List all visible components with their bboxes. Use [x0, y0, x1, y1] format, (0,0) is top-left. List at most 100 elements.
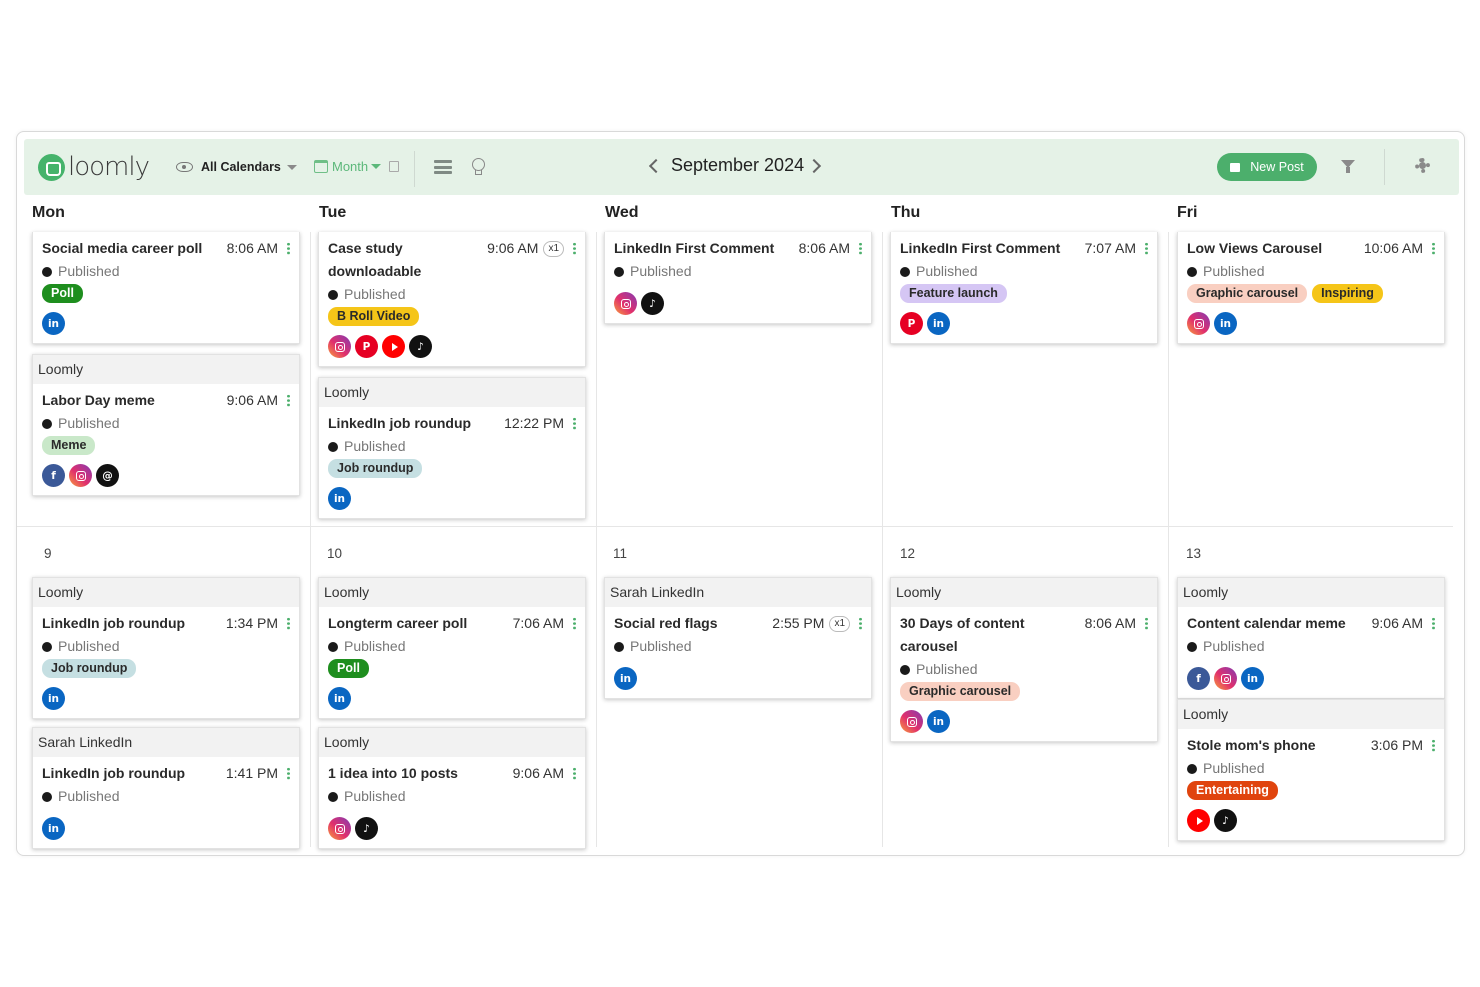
more-vertical-icon[interactable]: [1432, 617, 1435, 630]
post-card[interactable]: Loomly LinkedIn job roundup 12:22 PM Publis…: [318, 377, 586, 519]
list-view-icon[interactable]: [434, 160, 452, 174]
date-number[interactable]: 13: [1186, 546, 1201, 561]
post-time-group: 8:06 AM: [799, 237, 862, 260]
more-vertical-icon[interactable]: [287, 394, 290, 407]
post-card[interactable]: Low Views Carousel 10:06 AM Published Graph…: [1177, 232, 1445, 344]
chevron-right-icon[interactable]: [806, 158, 822, 174]
post-card[interactable]: Case study downloadable 9:06 AM x1 Publishe…: [318, 232, 586, 367]
more-vertical-icon[interactable]: [573, 617, 576, 630]
social-networks: in: [900, 710, 1148, 733]
social-networks: ♪: [328, 817, 576, 840]
post-card[interactable]: Loomly Longterm career poll 7:06 AM Publish…: [318, 577, 586, 719]
post-tags: Feature launch: [900, 284, 1148, 303]
post-tag[interactable]: Poll: [328, 659, 369, 678]
post-tag[interactable]: Graphic carousel: [1187, 284, 1308, 303]
more-vertical-icon[interactable]: [287, 242, 290, 255]
post-tag[interactable]: B Roll Video: [328, 307, 420, 326]
post-card[interactable]: LinkedIn First Comment 8:06 AM Published ♪: [604, 232, 872, 324]
post-title[interactable]: LinkedIn job roundup: [328, 412, 471, 435]
post-card[interactable]: Loomly 1 idea into 10 posts 9:06 AM Publish…: [318, 727, 586, 849]
post-tag[interactable]: Meme: [42, 436, 96, 455]
more-vertical-icon[interactable]: [1432, 739, 1435, 752]
post-title[interactable]: Social red flags: [614, 612, 717, 635]
post-card[interactable]: Sarah LinkedIn LinkedIn job roundup 1:41 P…: [32, 727, 300, 849]
post-card[interactable]: Loomly Labor Day meme 9:06 AM Published Meme…: [32, 354, 300, 496]
post-time-group: 8:06 AM: [1085, 612, 1148, 635]
post-card[interactable]: Loomly LinkedIn job roundup 1:34 PM Publish…: [32, 577, 300, 719]
post-title[interactable]: Longterm career poll: [328, 612, 467, 635]
post-title[interactable]: Labor Day meme: [42, 389, 155, 412]
instagram-icon: [900, 710, 923, 733]
post-tag[interactable]: Job roundup: [42, 659, 137, 678]
post-body: Low Views Carousel 10:06 AM Published Graph…: [1178, 232, 1444, 343]
post-time-group: 9:06 AM: [1372, 612, 1435, 635]
post-card[interactable]: Loomly 30 Days of content carousel 8:06 AM…: [890, 577, 1158, 742]
more-vertical-icon[interactable]: [859, 242, 862, 255]
status-dot-icon: [42, 641, 52, 652]
social-networks: ♪: [1187, 809, 1435, 832]
more-vertical-icon[interactable]: [859, 617, 862, 630]
social-networks: in: [328, 687, 576, 710]
more-vertical-icon[interactable]: [573, 767, 576, 780]
more-vertical-icon[interactable]: [573, 242, 576, 255]
chevron-left-icon[interactable]: [648, 158, 664, 174]
post-card[interactable]: Loomly Content calendar meme 9:06 AM Publis…: [1177, 577, 1445, 699]
post-tags: Job roundup: [328, 459, 576, 478]
lightbulb-icon[interactable]: [472, 158, 485, 176]
post-tags: Graphic carousel: [900, 682, 1148, 701]
new-post-button[interactable]: New Post: [1217, 153, 1317, 181]
instagram-icon: [614, 292, 637, 315]
post-tag[interactable]: Graphic carousel: [900, 682, 1021, 701]
date-number[interactable]: 12: [900, 546, 915, 561]
post-card[interactable]: Sarah LinkedIn Social red flags 2:55 PM x1 P…: [604, 577, 872, 699]
view-selector[interactable]: Month: [314, 159, 400, 174]
post-body: LinkedIn job roundup 1:34 PM Published Job …: [33, 607, 299, 718]
date-number[interactable]: 10: [327, 546, 342, 561]
post-tag[interactable]: Entertaining: [1187, 781, 1278, 800]
date-number[interactable]: 9: [44, 546, 52, 561]
post-time: 8:06 AM: [798, 240, 850, 256]
linkedin-icon: in: [1214, 312, 1237, 335]
post-title[interactable]: 1 idea into 10 posts: [328, 762, 458, 785]
post-time: 12:22 PM: [504, 415, 564, 431]
gear-icon[interactable]: [1415, 158, 1430, 173]
filter-icon[interactable]: [1341, 160, 1355, 173]
status-dot-icon: [614, 641, 624, 652]
post-tag[interactable]: Poll: [42, 284, 83, 303]
column-divider: [310, 232, 311, 847]
post-title-row: Content calendar meme 9:06 AM: [1187, 612, 1435, 635]
post-tags: Entertaining: [1187, 781, 1435, 800]
post-title[interactable]: Stole mom's phone: [1187, 734, 1316, 757]
post-card[interactable]: Social media career poll 8:06 AM Published…: [32, 232, 300, 344]
post-tag[interactable]: Feature launch: [900, 284, 1007, 303]
more-vertical-icon[interactable]: [287, 767, 290, 780]
post-title[interactable]: 30 Days of content carousel: [900, 612, 1070, 658]
post-title[interactable]: Case study downloadable: [328, 237, 487, 283]
instagram-icon: [69, 464, 92, 487]
more-vertical-icon[interactable]: [1145, 617, 1148, 630]
more-vertical-icon[interactable]: [1432, 242, 1435, 255]
more-vertical-icon[interactable]: [573, 417, 576, 430]
post-title[interactable]: LinkedIn job roundup: [42, 762, 185, 785]
post-card[interactable]: LinkedIn First Comment 7:07 AM Published Fe…: [890, 232, 1158, 344]
more-vertical-icon[interactable]: [1145, 242, 1148, 255]
calendar-name: Loomly: [1178, 578, 1444, 607]
post-title[interactable]: LinkedIn job roundup: [42, 612, 185, 635]
post-title[interactable]: Low Views Carousel: [1187, 237, 1322, 260]
post-title[interactable]: LinkedIn First Comment: [614, 237, 774, 260]
logo[interactable]: loomly: [38, 152, 150, 182]
copy-icon[interactable]: [389, 161, 400, 172]
post-time: 9:06 AM: [1371, 615, 1423, 631]
more-vertical-icon[interactable]: [287, 617, 290, 630]
calendars-selector[interactable]: All Calendars: [176, 160, 297, 174]
post-time-group: 9:06 AM x1: [487, 237, 576, 260]
post-tag[interactable]: Job roundup: [328, 459, 423, 478]
post-title-row: LinkedIn job roundup 1:34 PM: [42, 612, 290, 635]
post-card[interactable]: Loomly Stole mom's phone 3:06 PM Published E…: [1177, 699, 1445, 841]
date-number[interactable]: 11: [613, 546, 627, 561]
post-title[interactable]: Content calendar meme: [1187, 612, 1346, 635]
new-post-icon: [1230, 162, 1241, 172]
post-title[interactable]: Social media career poll: [42, 237, 202, 260]
post-tag[interactable]: Inspiring: [1312, 284, 1383, 303]
post-title[interactable]: LinkedIn First Comment: [900, 237, 1060, 260]
